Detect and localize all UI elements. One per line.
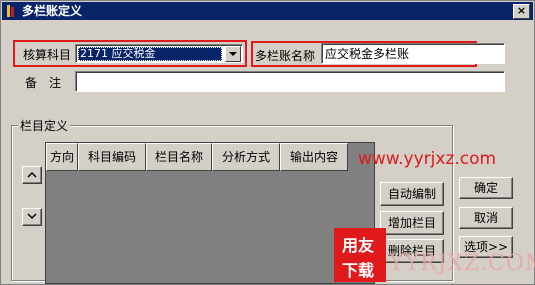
name-input-value: 应交税金多栏账 bbox=[325, 47, 410, 61]
col-header-account-code[interactable]: 科目编码 bbox=[78, 143, 146, 171]
auto-build-button[interactable]: 自动编制 bbox=[380, 182, 444, 206]
remark-label: 备 注 bbox=[25, 76, 62, 90]
cancel-button[interactable]: 取消 bbox=[459, 207, 513, 229]
window-title: 多栏账定义 bbox=[22, 4, 83, 18]
watermark-logo: 用友 下载 bbox=[334, 228, 386, 282]
watermark-logo-top: 用友 bbox=[342, 236, 375, 255]
watermark-logo-bottom: 下载 bbox=[342, 261, 375, 280]
arrow-down-icon bbox=[27, 213, 37, 220]
name-input[interactable]: 应交税金多栏账 bbox=[321, 43, 505, 64]
col-header-analysis-mode[interactable]: 分析方式 bbox=[212, 143, 280, 171]
col-header-output[interactable]: 输出内容 bbox=[280, 143, 348, 171]
account-selected-value: 2171 应交税金 bbox=[78, 47, 222, 61]
columns-grid[interactable]: 方向 科目编码 栏目名称 分析方式 输出内容 bbox=[45, 142, 375, 284]
add-column-button[interactable]: 增加栏目 bbox=[380, 211, 444, 235]
ok-button[interactable]: 确定 bbox=[459, 177, 513, 199]
watermark-url: www.yyrjxz.com bbox=[358, 149, 497, 169]
app-icon bbox=[7, 5, 14, 17]
dialog-window: 多栏账定义 × 核算科目 2171 应交税金 多栏账名称 应交税金多栏账 备 注… bbox=[0, 0, 535, 285]
move-down-button[interactable] bbox=[22, 208, 42, 226]
col-header-column-name[interactable]: 栏目名称 bbox=[146, 143, 212, 171]
name-label: 多栏账名称 bbox=[255, 49, 316, 63]
account-label: 核算科目 bbox=[23, 48, 72, 62]
watermark-text: YYRJXZ.COM bbox=[389, 251, 535, 276]
column-definition-label: 栏目定义 bbox=[18, 117, 71, 134]
arrow-up-icon bbox=[27, 171, 37, 178]
grid-header: 方向 科目编码 栏目名称 分析方式 输出内容 bbox=[46, 143, 348, 171]
remark-input[interactable] bbox=[75, 71, 505, 92]
chevron-down-icon bbox=[229, 52, 237, 56]
title-bar[interactable]: 多栏账定义 × bbox=[2, 2, 533, 20]
close-button[interactable]: × bbox=[513, 4, 530, 19]
col-header-direction[interactable]: 方向 bbox=[46, 143, 78, 171]
account-select[interactable]: 2171 应交税金 bbox=[75, 44, 243, 63]
move-up-button[interactable] bbox=[22, 166, 42, 184]
dropdown-button[interactable] bbox=[225, 46, 241, 62]
